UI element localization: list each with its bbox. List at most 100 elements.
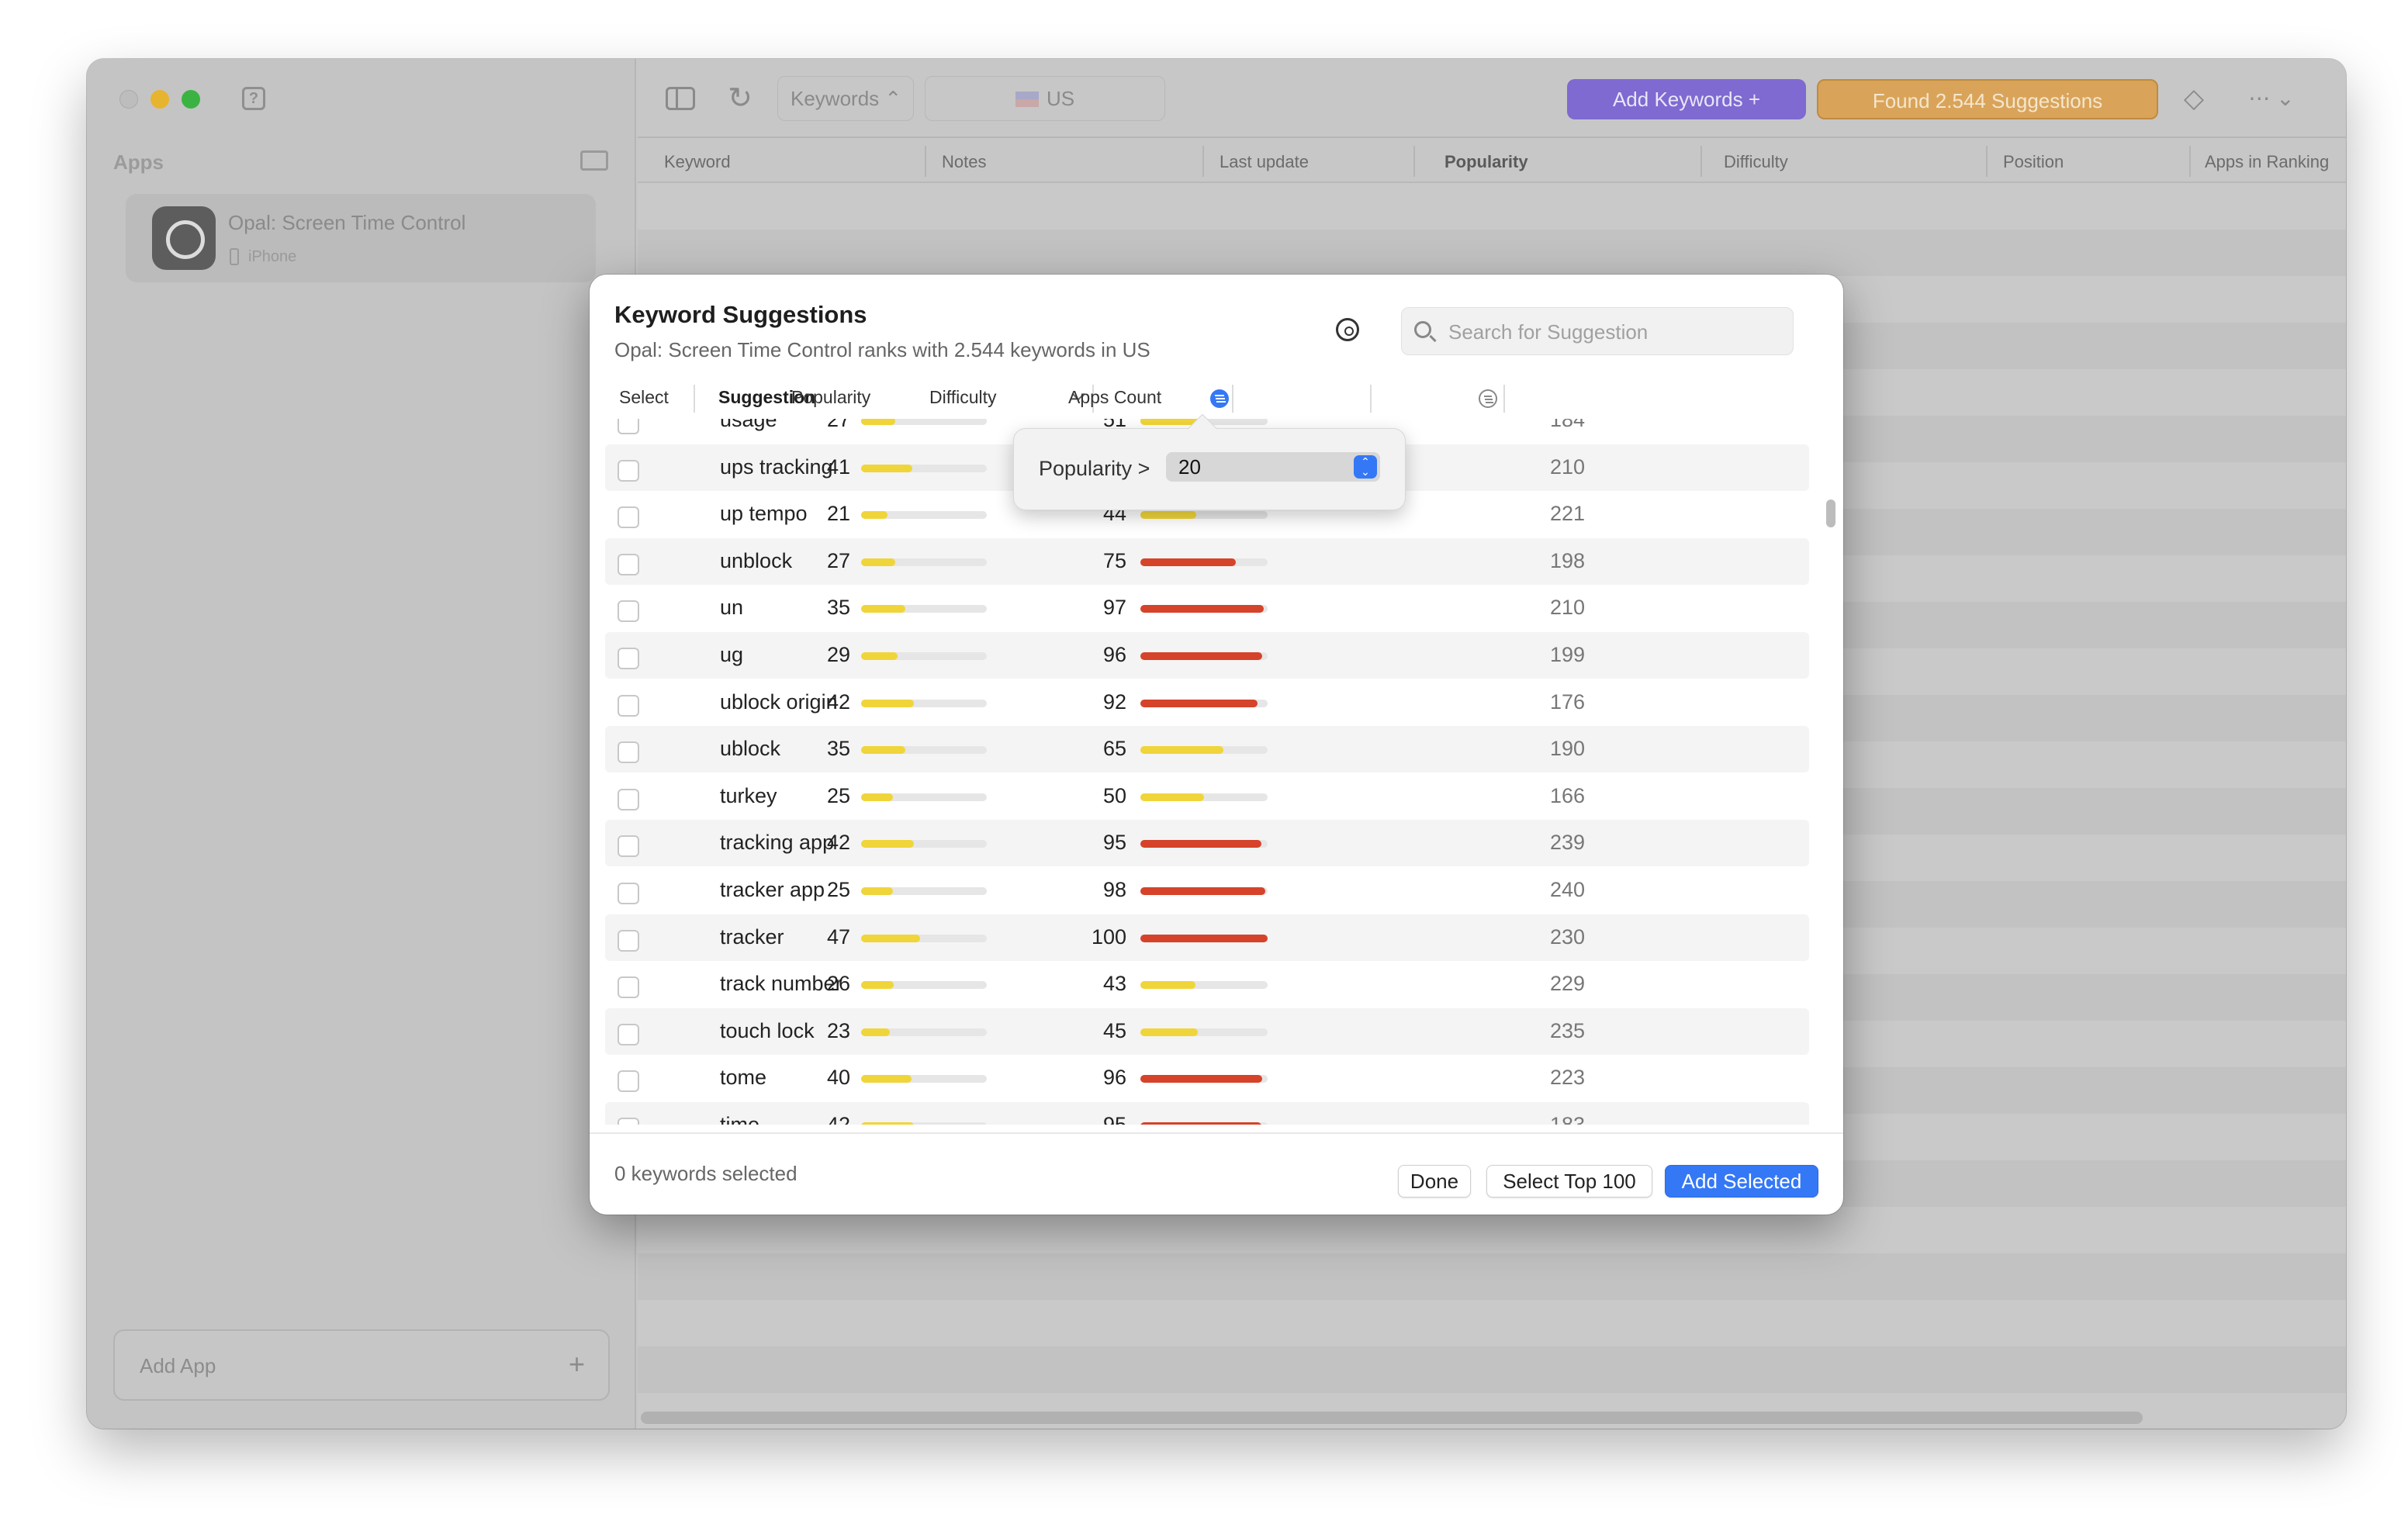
vertical-scrollbar[interactable] <box>1826 499 1835 527</box>
select-checkbox[interactable] <box>618 506 639 529</box>
suggestion-search-input[interactable] <box>1448 319 1782 345</box>
difficulty-bar-fill <box>1140 1075 1263 1083</box>
keywords-select[interactable]: Keywords ⌃ <box>777 76 914 121</box>
suggestion-row[interactable]: ug 29 96 199 <box>605 632 1809 679</box>
column-last-update[interactable]: Last update <box>1220 152 1309 172</box>
popularity-threshold-select[interactable]: 20 ⌃ ⌄ <box>1166 452 1380 482</box>
sidebar-toggle-icon[interactable] <box>666 87 695 110</box>
difficulty-bar <box>1140 605 1268 613</box>
difficulty-value: 43 <box>1102 972 1126 996</box>
suggestion-row[interactable]: un 35 97 210 <box>605 585 1809 631</box>
select-checkbox[interactable] <box>618 600 639 623</box>
add-folder-icon[interactable] <box>580 150 608 171</box>
popularity-bar <box>861 558 987 566</box>
suggestion-row[interactable]: tracker app 25 98 240 <box>605 867 1809 914</box>
difficulty-bar-fill <box>1140 699 1258 707</box>
help-icon[interactable]: ? <box>242 87 265 110</box>
popularity-bar <box>861 1075 987 1083</box>
column-apps-in-ranking[interactable]: Apps in Ranking <box>2205 152 2329 172</box>
column-position[interactable]: Position <box>2003 152 2064 172</box>
suggestion-row[interactable]: tracking app 42 95 239 <box>605 820 1809 867</box>
select-checkbox[interactable] <box>618 788 639 810</box>
more-options-icon[interactable]: ⋯ ⌄ <box>2244 85 2299 112</box>
keyword-table-header: Keyword Notes Last update Popularity Dif… <box>638 140 2346 183</box>
minimize-window-button[interactable] <box>150 90 169 109</box>
difficulty-filter-icon[interactable] <box>1479 389 1497 408</box>
iphone-icon <box>230 248 239 265</box>
horizontal-scrollbar[interactable] <box>641 1412 2143 1424</box>
column-keyword[interactable]: Keyword <box>664 152 731 172</box>
refresh-icon[interactable]: ↻ <box>725 84 756 113</box>
found-suggestions-button[interactable]: Found 2.544 Suggestions <box>1817 79 2158 119</box>
suggestion-row[interactable]: track number 26 43 229 <box>605 961 1809 1007</box>
popularity-bar-fill <box>861 652 898 660</box>
difficulty-bar <box>1140 1122 1268 1125</box>
column-difficulty[interactable]: Difficulty <box>1724 152 1788 172</box>
column-notes[interactable]: Notes <box>942 152 986 172</box>
select-checkbox[interactable] <box>618 1070 639 1093</box>
country-select[interactable]: US <box>925 76 1165 121</box>
maximize-window-button[interactable] <box>182 90 200 109</box>
select-checkbox[interactable] <box>618 553 639 575</box>
apps-count-value: 199 <box>1550 643 1586 666</box>
column-popularity[interactable]: Popularity <box>1444 152 1528 172</box>
add-keywords-button[interactable]: Add Keywords + <box>1567 79 1806 119</box>
apps-count-value: 230 <box>1550 924 1586 949</box>
add-selected-button[interactable]: Add Selected <box>1665 1165 1818 1197</box>
toolbar: ↻ Keywords ⌃ US Add Keywords + Found 2.5… <box>638 59 2346 138</box>
select-top-100-button[interactable]: Select Top 100 <box>1486 1165 1652 1197</box>
suggestion-row[interactable]: time 42 95 183 <box>605 1102 1809 1125</box>
suggestion-row[interactable]: tracker 47 100 230 <box>605 914 1809 961</box>
suggestion-row[interactable]: ublock origin 42 92 176 <box>605 679 1809 726</box>
close-window-button[interactable] <box>119 90 138 109</box>
suggestion-row[interactable]: unblock 27 75 198 <box>605 537 1809 585</box>
us-flag-icon <box>1015 92 1039 107</box>
stepper-icon[interactable]: ⌃ ⌄ <box>1354 455 1377 479</box>
select-checkbox[interactable] <box>618 648 639 669</box>
popularity-bar-fill <box>861 558 895 566</box>
popularity-value: 42 <box>826 831 850 855</box>
difficulty-value: 95 <box>1102 1113 1126 1125</box>
header-popularity[interactable]: Popularity <box>791 375 870 419</box>
suggestion-row[interactable]: tome 40 96 223 <box>605 1055 1809 1101</box>
select-checkbox[interactable] <box>618 694 639 717</box>
difficulty-bar-fill <box>1140 746 1223 755</box>
suggestion-row[interactable]: turkey 25 50 166 <box>605 773 1809 820</box>
dialog-footer: 0 keywords selected Done Select Top 100 … <box>590 1132 1843 1215</box>
select-checkbox[interactable] <box>618 419 639 434</box>
select-checkbox[interactable] <box>618 459 639 482</box>
popularity-bar <box>861 934 987 942</box>
apps-count-value: 166 <box>1550 783 1586 807</box>
dialog-title: Keyword Suggestions <box>614 301 867 328</box>
select-checkbox[interactable] <box>618 929 639 952</box>
suggestion-row[interactable]: ublock 35 65 190 <box>605 726 1809 773</box>
select-checkbox[interactable] <box>618 1118 639 1125</box>
popularity-bar-fill <box>861 464 913 472</box>
sidebar-app-item[interactable]: Opal: Screen Time Control iPhone <box>126 194 596 282</box>
dialog-subtitle: Opal: Screen Time Control ranks with 2.5… <box>614 338 1150 361</box>
add-app-button[interactable]: Add App + <box>113 1329 610 1401</box>
select-checkbox[interactable] <box>618 835 639 858</box>
tag-icon[interactable]: ◇ <box>2178 85 2209 112</box>
popularity-bar <box>861 981 987 990</box>
header-difficulty[interactable]: Difficulty <box>929 375 997 419</box>
filter-label: Popularity > <box>1039 457 1150 480</box>
suggestion-row[interactable]: touch lock 23 45 235 <box>605 1007 1809 1055</box>
settings-icon[interactable] <box>1336 318 1359 341</box>
difficulty-value: 98 <box>1102 878 1126 901</box>
popularity-value: 42 <box>826 689 850 714</box>
popularity-bar <box>861 840 987 848</box>
select-checkbox[interactable] <box>618 741 639 764</box>
selected-count: 0 keywords selected <box>614 1162 797 1185</box>
select-checkbox[interactable] <box>618 883 639 904</box>
done-button[interactable]: Done <box>1398 1165 1471 1197</box>
select-checkbox[interactable] <box>618 976 639 999</box>
search-icon <box>1414 321 1431 338</box>
popularity-filter-icon[interactable] <box>1210 389 1229 408</box>
header-apps-count[interactable]: Apps Count <box>1068 375 1161 419</box>
popularity-value: 47 <box>826 924 850 949</box>
difficulty-value: 75 <box>1102 548 1126 572</box>
popularity-bar-fill <box>861 840 915 848</box>
difficulty-value: 95 <box>1102 831 1126 855</box>
select-checkbox[interactable] <box>618 1023 639 1045</box>
